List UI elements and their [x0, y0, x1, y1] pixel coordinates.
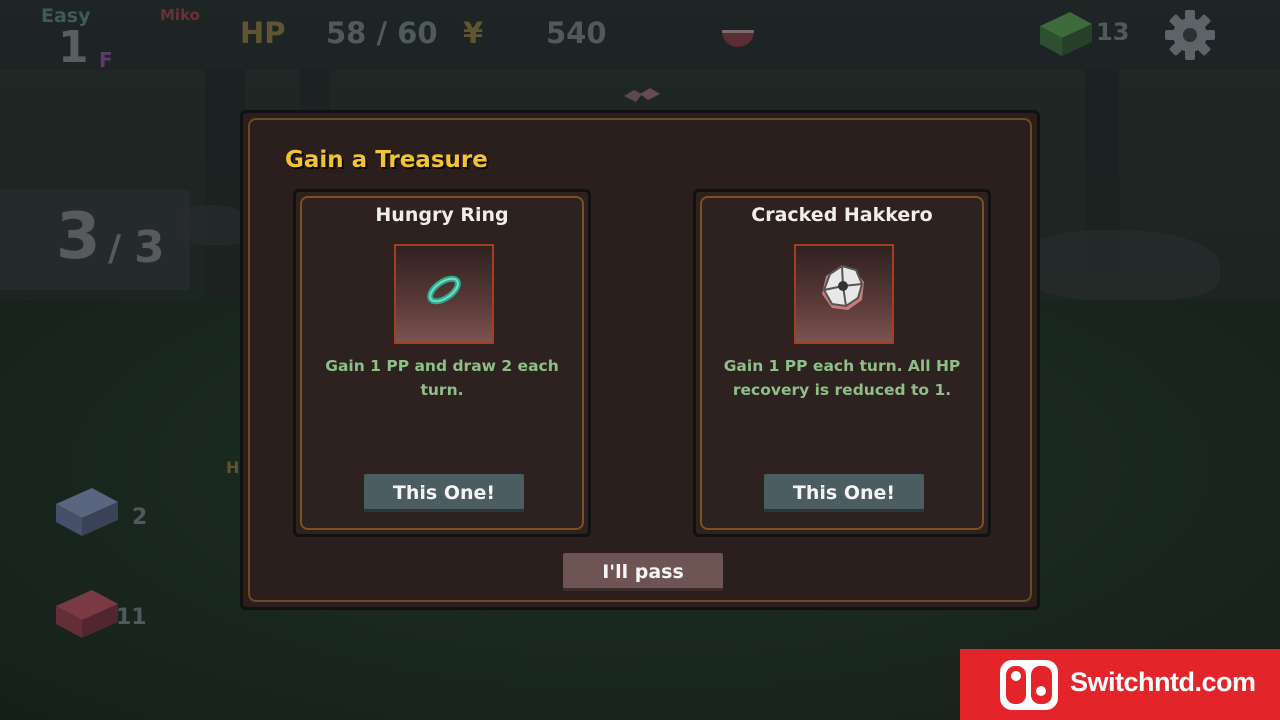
- treasure-card-cracked-hakkero: Cracked Hakkero Gain 1 PP each turn. All…: [693, 189, 991, 537]
- draw-pile-count: 2: [132, 505, 148, 530]
- dialog-title: Gain a Treasure: [285, 147, 488, 173]
- draw-pile-icon[interactable]: [52, 484, 122, 536]
- deck-count: 13: [1096, 18, 1130, 46]
- hp-label: HP: [240, 16, 286, 50]
- hp-value: 58 / 60: [326, 16, 438, 50]
- turn-max: 3: [134, 222, 165, 273]
- treasure-description: Gain 1 PP each turn. All HP recovery is …: [723, 357, 961, 399]
- currency-symbol: ¥: [463, 16, 484, 50]
- floor-suffix: F: [99, 48, 113, 72]
- pass-button[interactable]: I'll pass: [563, 553, 723, 591]
- debris-icon: [624, 88, 660, 102]
- character-name: Miko: [160, 6, 200, 24]
- choose-cracked-hakkero-button[interactable]: This One!: [764, 474, 924, 512]
- treasure-dialog: Gain a Treasure Hungry Ring Gain 1 PP an…: [240, 110, 1040, 610]
- treasure-card-hungry-ring: Hungry Ring Gain 1 PP and draw 2 each tu…: [293, 189, 591, 537]
- watermark-text: Switchntd.com: [1070, 667, 1256, 697]
- ring-icon: [427, 275, 461, 305]
- deck-icon[interactable]: [1034, 8, 1096, 58]
- money-value: 540: [546, 16, 607, 50]
- treasure-name: Cracked Hakkero: [751, 204, 933, 226]
- partial-hud-label: H: [226, 458, 240, 477]
- discard-pile-icon[interactable]: [52, 586, 122, 638]
- treasure-name: Hungry Ring: [375, 204, 509, 226]
- switch-logo-icon: [1000, 660, 1058, 710]
- choose-hungry-ring-button[interactable]: This One!: [364, 474, 524, 512]
- treasure-description: Gain 1 PP and draw 2 each turn.: [325, 357, 559, 399]
- discard-pile-count: 11: [116, 605, 147, 630]
- treasure-art: [794, 244, 894, 344]
- gear-icon[interactable]: [1163, 8, 1217, 62]
- hakkero-icon: [822, 264, 864, 310]
- treasure-art: [394, 244, 494, 344]
- watermark-banner: Switchntd.com: [960, 649, 1280, 720]
- turn-separator: /: [108, 228, 122, 269]
- turn-current: 3: [56, 200, 101, 274]
- floor-number: 1: [58, 22, 89, 73]
